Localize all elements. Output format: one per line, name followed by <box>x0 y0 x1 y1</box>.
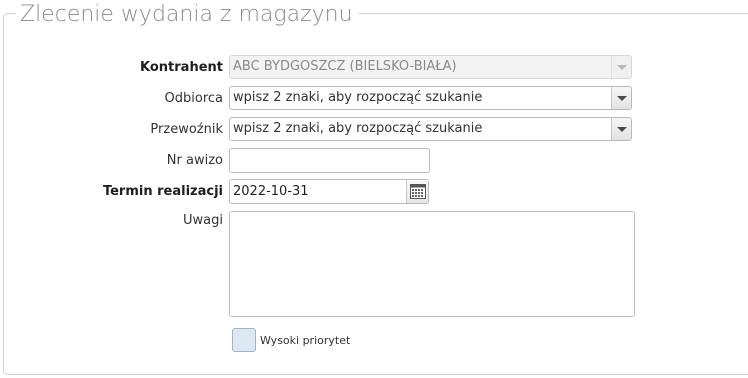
recipient-dropdown-button[interactable] <box>611 87 631 109</box>
high-priority-checkbox[interactable] <box>232 328 256 352</box>
calendar-icon <box>410 184 426 199</box>
date-picker-button[interactable] <box>406 180 428 203</box>
chevron-down-icon <box>617 65 627 70</box>
due-date-field[interactable]: 2022-10-31 <box>229 179 429 204</box>
chevron-down-icon <box>617 96 627 101</box>
contractor-select: ABC BYDGOSZCZ (BIELSKO-BIAŁA) <box>229 55 632 79</box>
advice-number-label: Nr awizo <box>166 153 223 168</box>
contractor-dropdown-button <box>611 56 631 78</box>
notes-label: Uwagi <box>183 213 223 228</box>
recipient-label: Odbiorca <box>164 91 223 106</box>
contractor-value: ABC BYDGOSZCZ (BIELSKO-BIAŁA) <box>233 59 457 74</box>
high-priority-label[interactable]: Wysoki priorytet <box>260 334 350 347</box>
carrier-dropdown-button[interactable] <box>611 118 631 140</box>
carrier-select[interactable]: wpisz 2 znaki, aby rozpocząć szukanie <box>229 117 632 141</box>
due-date-label: Termin realizacji <box>102 184 223 199</box>
chevron-down-icon <box>617 127 627 132</box>
form-title: Zlecenie wydania z magazynu <box>16 0 359 30</box>
recipient-placeholder[interactable]: wpisz 2 znaki, aby rozpocząć szukanie <box>233 87 482 109</box>
notes-textarea[interactable] <box>229 211 635 317</box>
due-date-value[interactable]: 2022-10-31 <box>233 180 309 203</box>
recipient-select[interactable]: wpisz 2 znaki, aby rozpocząć szukanie <box>229 86 632 110</box>
carrier-placeholder[interactable]: wpisz 2 znaki, aby rozpocząć szukanie <box>233 118 482 140</box>
contractor-label: Kontrahent <box>140 60 223 75</box>
carrier-label: Przewoźnik <box>150 122 223 137</box>
advice-number-field[interactable] <box>229 148 430 173</box>
